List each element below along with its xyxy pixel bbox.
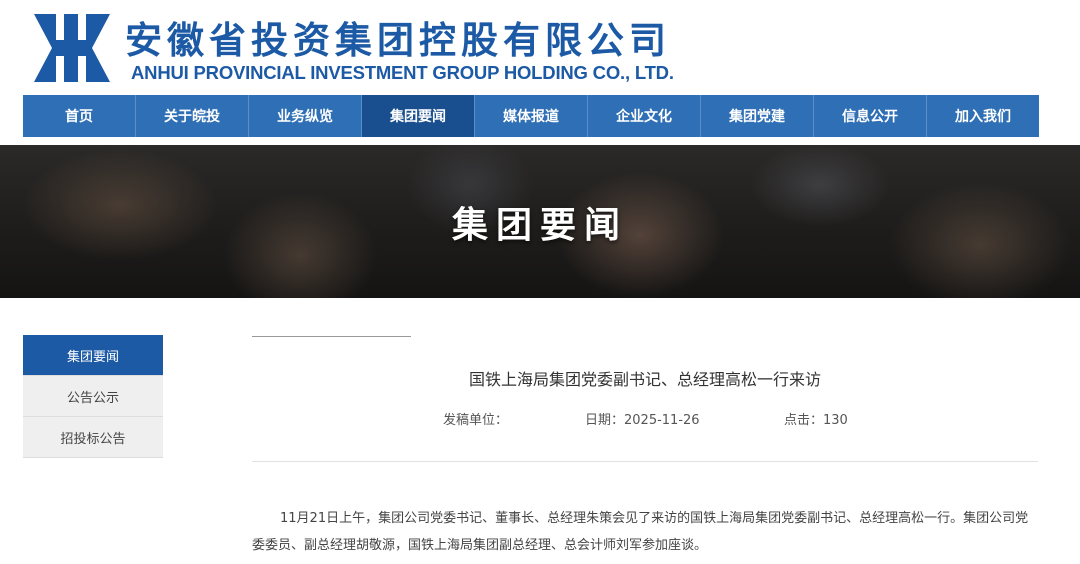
banner-title: 集团要闻: [451, 204, 628, 246]
nav-media[interactable]: 媒体报道: [475, 95, 588, 137]
nav-about[interactable]: 关于皖投: [136, 95, 249, 137]
nav-culture[interactable]: 企业文化: [588, 95, 701, 137]
content-top-divider: [252, 336, 411, 337]
nav-group-news[interactable]: 集团要闻: [362, 95, 475, 137]
nav-party[interactable]: 集团党建: [701, 95, 814, 137]
sidebar: 集团要闻 公告公示 招投标公告: [23, 335, 163, 458]
article-source: 发稿单位：: [443, 413, 509, 428]
nav-disclosure[interactable]: 信息公开: [814, 95, 927, 137]
article-divider: [252, 461, 1038, 462]
article-click-count: 点击：130: [784, 413, 848, 428]
article-title: 国铁上海局集团党委副书记、总经理高松一行来访: [468, 370, 821, 389]
nav-business[interactable]: 业务纵览: [249, 95, 362, 137]
company-name-en: ANHUI PROVINCIAL INVESTMENT GROUP HOLDIN…: [131, 62, 674, 83]
sidebar-item-group-news[interactable]: 集团要闻: [23, 335, 163, 376]
company-logo-icon[interactable]: [34, 14, 110, 82]
page-banner: 集团要闻: [0, 145, 1080, 298]
nav-join-us[interactable]: 加入我们: [927, 95, 1039, 137]
site-header: 安徽省投资集团控股有限公司 ANHUI PROVINCIAL INVESTMEN…: [0, 0, 1080, 95]
article-date: 日期：2025-11-26: [585, 413, 700, 428]
article-body: 11月21日上午，集团公司党委书记、董事长、总经理朱策会见了来访的国铁上海局集团…: [252, 511, 1029, 553]
sidebar-item-announcements[interactable]: 公告公示: [23, 376, 163, 417]
nav-home[interactable]: 首页: [23, 95, 136, 137]
main-nav: 首页 关于皖投 业务纵览 集团要闻 媒体报道 企业文化 集团党建 信息公开 加入…: [23, 95, 1039, 137]
sidebar-item-tenders[interactable]: 招投标公告: [23, 417, 163, 458]
company-name-cn: 安徽省投资集团控股有限公司: [125, 18, 671, 62]
